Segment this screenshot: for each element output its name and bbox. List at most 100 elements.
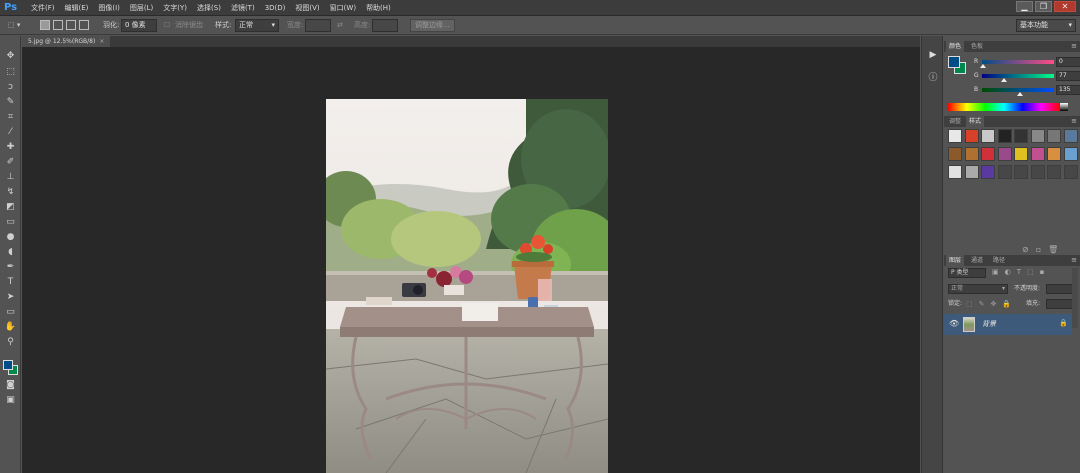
style-preset[interactable] — [948, 147, 962, 161]
lock-icons[interactable]: ⬚✎✥🔒 — [966, 298, 1017, 310]
style-preset[interactable] — [964, 147, 979, 161]
layer-filter-icons[interactable]: ▣◐T⬚▪ — [992, 268, 1050, 276]
layer-row-background[interactable]: 👁 背景 🔒 — [944, 314, 1072, 335]
height-input[interactable] — [372, 19, 398, 32]
crop-tool-icon[interactable]: ⌗ — [4, 111, 17, 123]
type-tool-icon[interactable]: T — [4, 276, 17, 288]
red-slider-knob[interactable] — [980, 64, 986, 68]
tab-paths[interactable]: 路径 — [990, 255, 1008, 266]
red-value-input[interactable]: 0 — [1056, 57, 1080, 67]
style-preset[interactable] — [948, 165, 962, 179]
tab-color[interactable]: 颜色 — [946, 41, 965, 52]
refine-edge-button[interactable]: 调整边缘... — [410, 19, 455, 32]
tab-styles[interactable]: 样式 — [966, 116, 985, 127]
color-spectrum-bar[interactable] — [948, 103, 1060, 111]
menu-item[interactable]: 选择(S) — [192, 0, 226, 16]
panel-menu-icon[interactable]: ≡ — [1071, 255, 1077, 266]
hand-tool-icon[interactable]: ✋ — [4, 321, 17, 333]
style-preset[interactable] — [981, 129, 995, 143]
subtract-selection-icon[interactable] — [66, 20, 76, 30]
blur-tool-icon[interactable]: ● — [4, 231, 17, 243]
style-preset[interactable] — [1014, 165, 1028, 179]
blue-slider-knob[interactable] — [1017, 92, 1023, 96]
play-icon[interactable]: ▶ — [926, 49, 940, 61]
style-preset[interactable] — [1030, 147, 1045, 161]
antialias-checkbox[interactable]: ☐ — [164, 16, 170, 35]
green-slider[interactable] — [982, 74, 1054, 78]
style-preset[interactable] — [997, 147, 1012, 161]
canvas-area[interactable] — [22, 47, 920, 473]
foreground-color-swatch[interactable] — [3, 360, 13, 370]
restore-button[interactable]: ❐ — [1035, 1, 1052, 12]
close-button[interactable]: ✕ — [1054, 1, 1076, 12]
panel-menu-icon[interactable]: ≡ — [1071, 41, 1077, 52]
style-preset[interactable] — [997, 129, 1012, 143]
gradient-tool-icon[interactable]: ▭ — [4, 216, 17, 228]
style-preset[interactable] — [1063, 147, 1078, 161]
quick-mask-icon[interactable]: ◙ — [4, 379, 17, 391]
blend-mode-select[interactable]: 正常 ▾ — [948, 284, 1008, 294]
color-foreground-swatch[interactable] — [948, 56, 960, 68]
healing-brush-tool-icon[interactable]: ✚ — [4, 141, 17, 153]
tab-channels[interactable]: 通道 — [968, 255, 986, 266]
style-preset[interactable] — [981, 165, 995, 179]
style-preset[interactable] — [1063, 129, 1078, 143]
blue-value-input[interactable]: 135 — [1056, 85, 1080, 95]
add-selection-icon[interactable] — [53, 20, 63, 30]
black-white-ramp[interactable] — [1060, 103, 1068, 111]
tab-layers[interactable]: 图层 — [946, 255, 965, 266]
styles-footer-icons[interactable]: ⊘▫🗑 — [1022, 245, 1065, 254]
width-input[interactable] — [305, 19, 331, 32]
style-preset[interactable] — [1014, 129, 1028, 143]
style-preset[interactable] — [981, 147, 995, 161]
style-preset[interactable] — [1030, 165, 1045, 179]
menu-item[interactable]: 图层(L) — [125, 0, 158, 16]
layer-filter-select[interactable]: P 类型 — [948, 268, 986, 278]
menu-item[interactable]: 视图(V) — [290, 0, 324, 16]
menu-item[interactable]: 窗口(W) — [325, 0, 361, 16]
eraser-tool-icon[interactable]: ◩ — [4, 201, 17, 213]
close-icon[interactable]: × — [99, 38, 104, 45]
rectangle-tool-icon[interactable]: ▭ — [4, 306, 17, 318]
menu-item[interactable]: 图像(I) — [93, 0, 125, 16]
menu-item[interactable]: 帮助(H) — [361, 0, 396, 16]
menu-item[interactable]: 文件(F) — [26, 0, 60, 16]
layer-name[interactable]: 背景 — [982, 319, 996, 329]
menu-item[interactable]: 编辑(E) — [60, 0, 94, 16]
history-brush-tool-icon[interactable]: ↯ — [4, 186, 17, 198]
clone-stamp-tool-icon[interactable]: ⊥ — [4, 171, 17, 183]
menu-item[interactable]: 文字(Y) — [158, 0, 192, 16]
marquee-tool-icon[interactable]: ⬚ — [4, 66, 17, 78]
document-image[interactable] — [326, 99, 608, 473]
quick-select-tool-icon[interactable]: ✎ — [4, 96, 17, 108]
style-preset[interactable] — [964, 129, 979, 143]
eyedropper-tool-icon[interactable]: ⁄ — [4, 126, 17, 138]
lasso-tool-icon[interactable]: ↄ — [4, 81, 17, 93]
document-tab[interactable]: 5.jpg @ 12.5%(RGB/8) × — [22, 36, 111, 47]
panel-menu-icon[interactable]: ≡ — [1071, 116, 1077, 127]
feather-input[interactable]: 0 像素 — [121, 19, 157, 32]
layers-scrollbar[interactable] — [1072, 268, 1078, 328]
style-preset[interactable] — [1063, 165, 1078, 179]
green-slider-knob[interactable] — [1001, 78, 1007, 82]
move-tool-icon[interactable]: ✥ — [4, 50, 17, 62]
style-preset[interactable] — [948, 129, 962, 143]
swap-icon[interactable]: ⇄ — [337, 16, 343, 35]
style-preset[interactable] — [1047, 129, 1061, 143]
marquee-preset-icon[interactable]: ⬚ ▾ — [8, 16, 20, 35]
path-select-tool-icon[interactable]: ➤ — [4, 291, 17, 303]
minimize-button[interactable]: ▁ — [1016, 1, 1033, 12]
menu-item[interactable]: 滤镜(T) — [226, 0, 260, 16]
style-select[interactable]: 正常 ▾ — [235, 19, 279, 32]
pen-tool-icon[interactable]: ✒ — [4, 261, 17, 273]
style-preset[interactable] — [1030, 129, 1045, 143]
tab-swatches[interactable]: 色板 — [968, 41, 986, 52]
workspace-select[interactable]: 基本功能 ▾ — [1016, 19, 1076, 32]
eye-icon[interactable]: 👁 — [949, 319, 959, 328]
zoom-tool-icon[interactable]: ⚲ — [4, 336, 17, 348]
tab-adjustments[interactable]: 调整 — [946, 116, 964, 127]
info-panel-icon[interactable]: ⓘ — [926, 72, 940, 84]
style-preset[interactable] — [1047, 165, 1061, 179]
style-preset[interactable] — [997, 165, 1012, 179]
style-preset[interactable] — [964, 165, 979, 179]
